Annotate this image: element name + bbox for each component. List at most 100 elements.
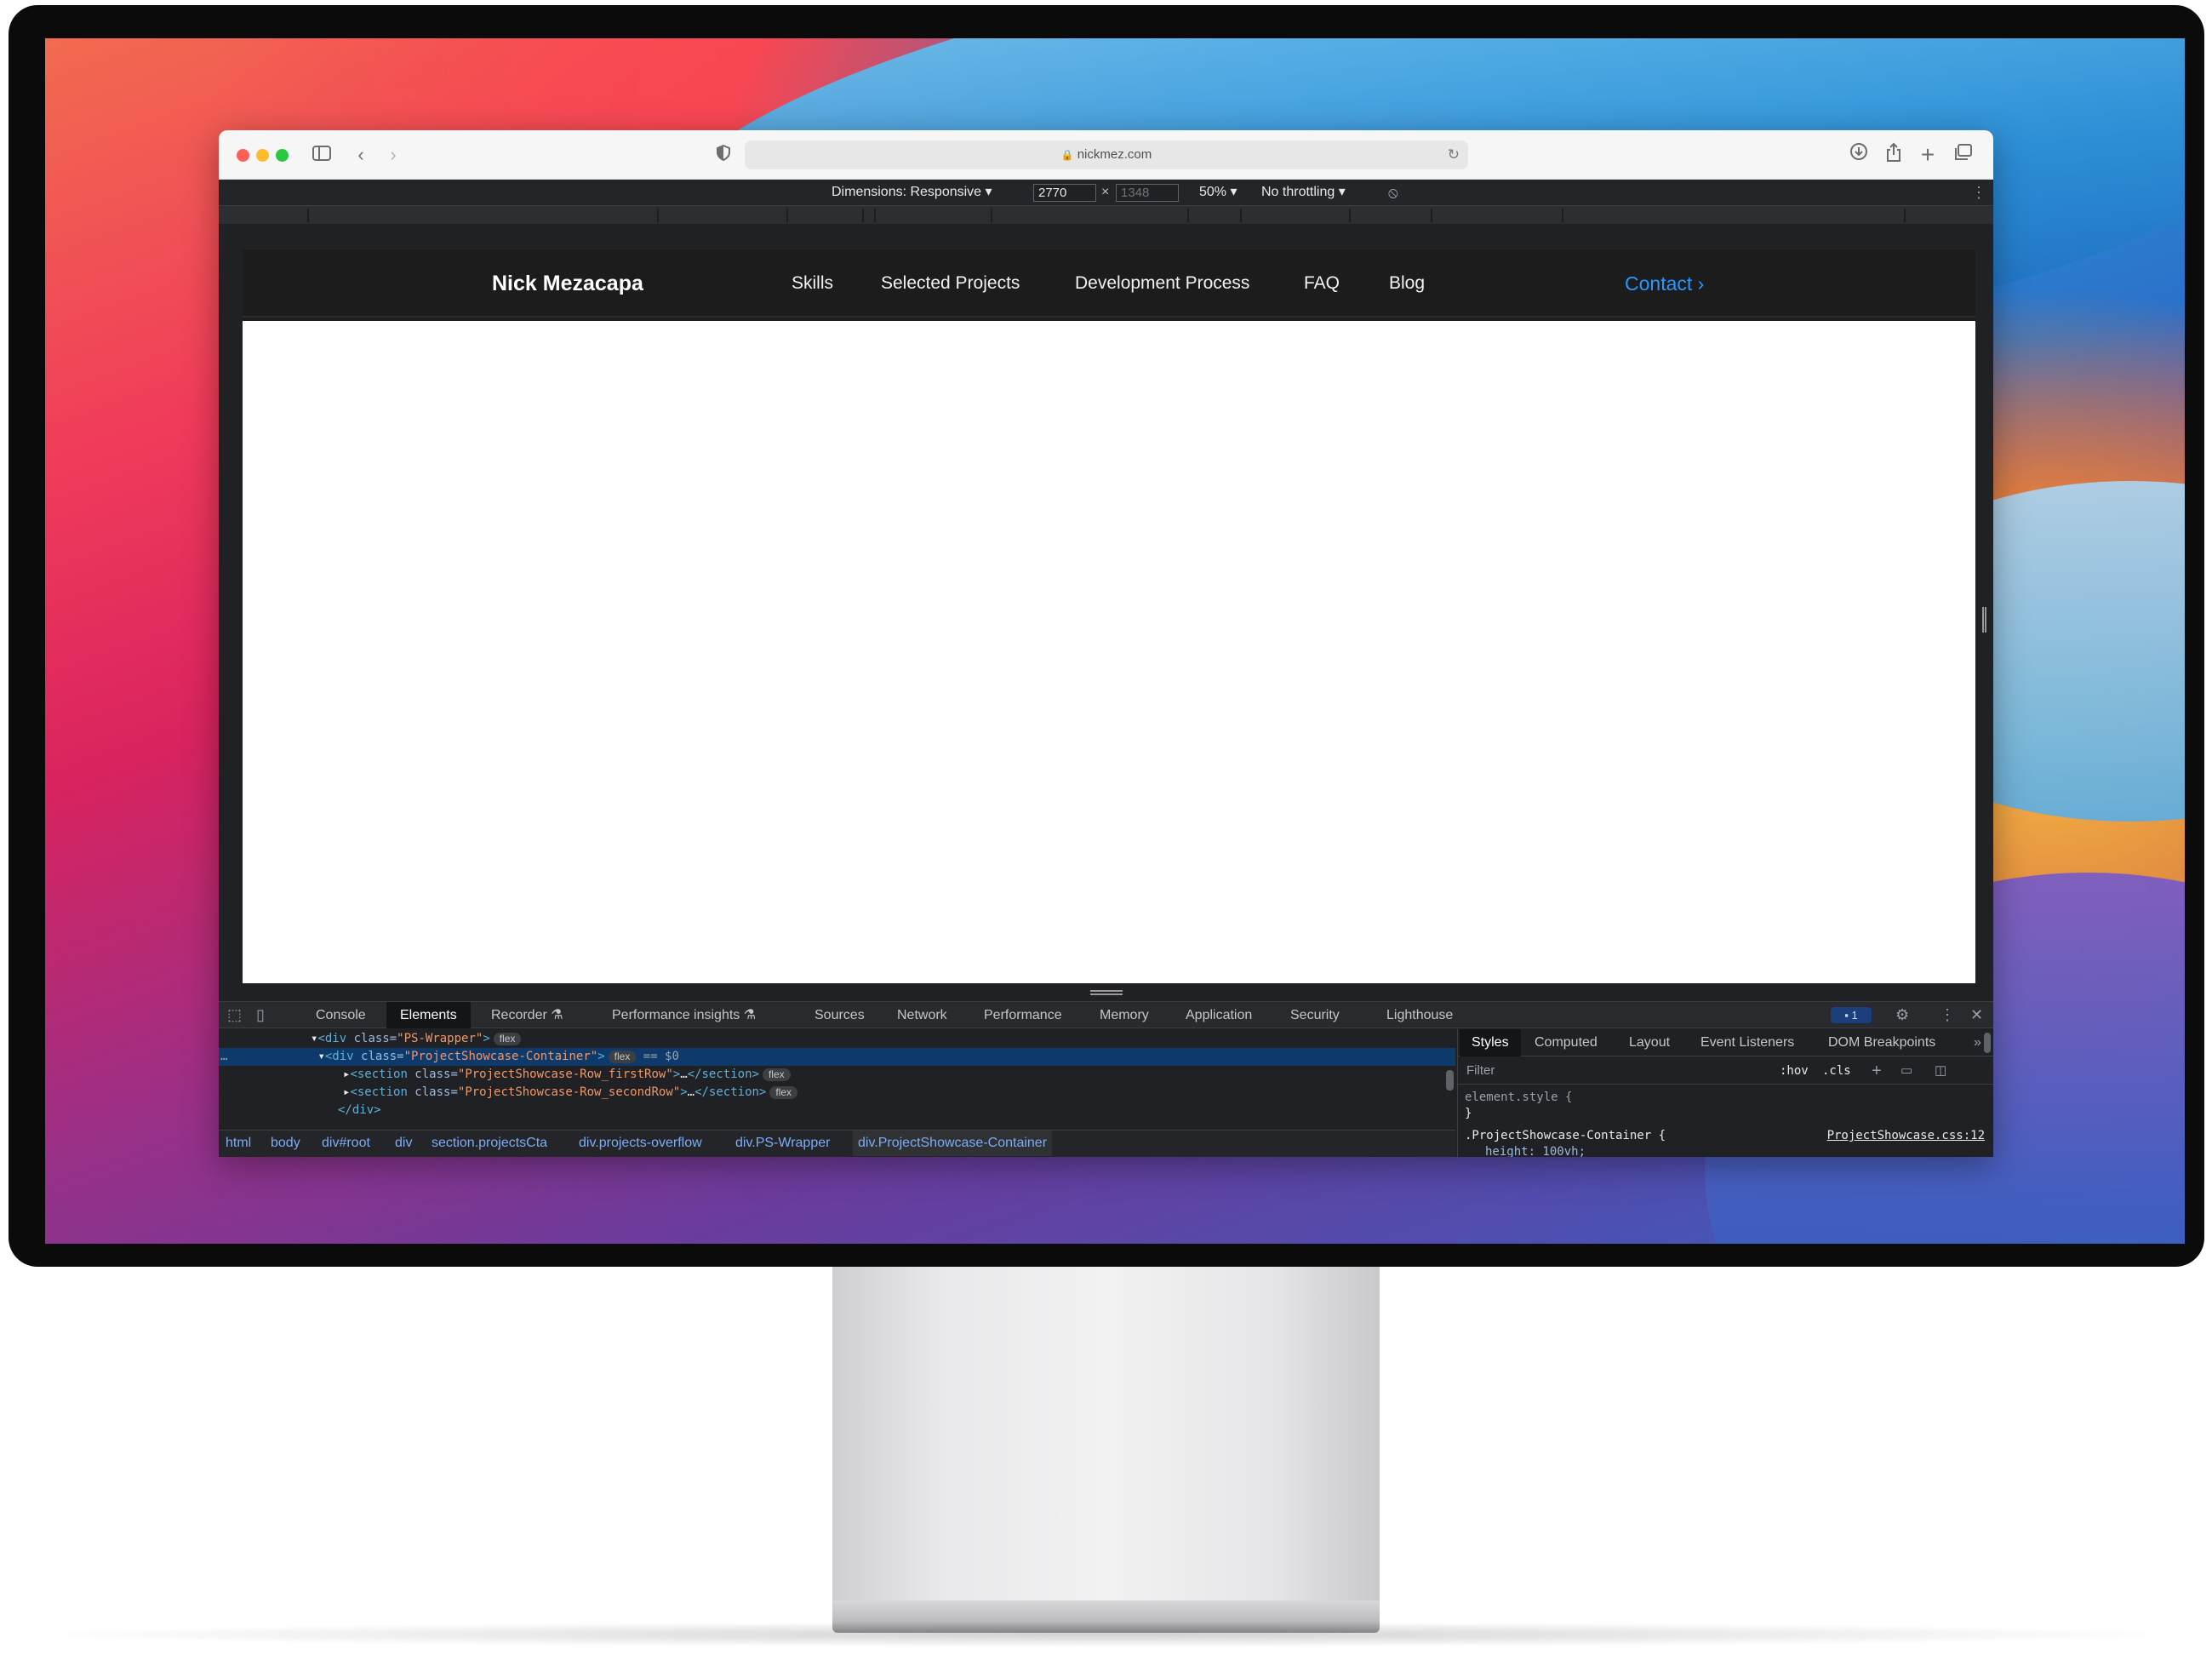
dom-class: ProjectShowcase-Row_secondRow — [465, 1085, 673, 1099]
zoom-dropdown[interactable]: 50% ▾ — [1199, 180, 1237, 205]
download-icon[interactable] — [1849, 142, 1869, 168]
breadcrumb-item-selected[interactable]: div.ProjectShowcase-Container — [853, 1131, 1053, 1156]
tab-styles[interactable]: Styles — [1460, 1029, 1521, 1056]
tab-event-listeners[interactable]: Event Listeners — [1700, 1029, 1794, 1056]
tab-dom-breakpoints[interactable]: DOM Breakpoints — [1828, 1029, 1935, 1056]
nav-link-development-process[interactable]: Development Process — [1075, 249, 1249, 318]
sidebar-icon[interactable] — [311, 142, 333, 168]
flex-pill[interactable]: flex — [493, 1033, 522, 1045]
tab-console[interactable]: Console — [316, 1002, 366, 1028]
tab-computed[interactable]: Computed — [1535, 1029, 1598, 1056]
dom-node[interactable]: ▸<section class="ProjectShowcase-Row_fir… — [343, 1066, 791, 1084]
sidebar-toggle-icon[interactable]: ◫ — [1935, 1057, 1946, 1085]
inspect-element-icon[interactable]: ⬚ — [227, 1002, 242, 1028]
tab-performance[interactable]: Performance — [984, 1002, 1062, 1028]
dimensions-dropdown[interactable]: Dimensions: Responsive ▾ — [832, 180, 992, 205]
height-input[interactable]: 1348 — [1116, 184, 1179, 202]
element-style-close: } — [1465, 1107, 1472, 1120]
dom-class: ProjectShowcase-Row_firstRow — [465, 1068, 666, 1081]
dom-node-selected[interactable]: … ▾<div class="ProjectShowcase-Container"… — [219, 1048, 1455, 1066]
viewport-resize-handle[interactable] — [1982, 607, 1986, 633]
message-icon: ▪ — [1844, 1009, 1849, 1022]
nav-link-selected-projects[interactable]: Selected Projects — [881, 249, 1020, 318]
flex-pill[interactable]: flex — [762, 1068, 791, 1081]
styles-scrollbar[interactable] — [1984, 1033, 1991, 1053]
tab-layout[interactable]: Layout — [1629, 1029, 1670, 1056]
tab-lighthouse[interactable]: Lighthouse — [1386, 1002, 1453, 1028]
close-icon[interactable]: ✕ — [1970, 1002, 1983, 1028]
page-content-area — [243, 321, 1975, 983]
flex-pill[interactable]: flex — [608, 1051, 637, 1063]
dimensions-label: Dimensions: Responsive — [832, 185, 982, 199]
nav-link-blog[interactable]: Blog — [1389, 249, 1425, 318]
share-icon[interactable] — [1883, 142, 1904, 168]
reload-icon[interactable]: ↻ — [1448, 140, 1460, 169]
breadcrumb-item[interactable]: body — [271, 1131, 300, 1156]
hov-toggle[interactable]: :hov — [1780, 1057, 1809, 1085]
dom-scrollbar[interactable] — [1446, 1070, 1454, 1091]
media-query-ruler[interactable] — [219, 205, 1993, 224]
devtools-resize-handle[interactable] — [1090, 990, 1123, 995]
console-ref: == $0 — [643, 1050, 679, 1063]
nav-link-faq[interactable]: FAQ — [1304, 249, 1340, 318]
stand-shadow — [17, 1622, 2196, 1647]
page-viewport: Nick Mezacapa Skills Selected Projects D… — [243, 249, 1975, 983]
css-source-link[interactable]: ProjectShowcase.css:12 — [1827, 1129, 1985, 1142]
throttling-dropdown[interactable]: No throttling ▾ — [1261, 180, 1346, 205]
dom-node[interactable]: </div> — [338, 1102, 381, 1119]
breadcrumb-item[interactable]: div#root — [322, 1131, 370, 1156]
address-bar[interactable]: 🔒 nickmez.com ↻ — [745, 140, 1468, 169]
contact-label: Contact — [1625, 272, 1693, 295]
paint-icon[interactable]: ▭ — [1900, 1057, 1912, 1085]
nav-link-skills[interactable]: Skills — [792, 249, 833, 318]
dom-node[interactable]: ▾<div class="PS-Wrapper"> flex — [311, 1030, 522, 1048]
gear-icon[interactable]: ⚙ — [1895, 1002, 1909, 1028]
tab-performance-insights[interactable]: Performance insights ⚗ — [612, 1002, 756, 1028]
devtools-tab-bar: ⬚ ▯ Console Elements Recorder ⚗ Performa… — [219, 1002, 1993, 1028]
flask-icon: ⚗ — [551, 1008, 563, 1022]
breadcrumb-item[interactable]: div — [395, 1131, 412, 1156]
tab-memory[interactable]: Memory — [1100, 1002, 1149, 1028]
tab-recorder[interactable]: Recorder ⚗ — [491, 1002, 563, 1028]
tab-sources[interactable]: Sources — [814, 1002, 865, 1028]
forward-icon[interactable]: › — [385, 142, 402, 168]
shield-icon[interactable] — [714, 142, 733, 168]
device-toolbar: Dimensions: Responsive ▾ 2770 × 1348 50%… — [219, 180, 1993, 205]
flex-pill[interactable]: flex — [769, 1086, 798, 1099]
cls-toggle[interactable]: .cls — [1822, 1057, 1851, 1085]
close-window-button[interactable] — [237, 149, 249, 162]
breadcrumb-item[interactable]: section.projectsCta — [432, 1131, 547, 1156]
more-tabs-icon[interactable]: » — [1974, 1029, 1981, 1056]
dom-class: ProjectShowcase-Container — [411, 1050, 591, 1063]
breadcrumb: html body div#root div section.projectsC… — [219, 1130, 1455, 1157]
dom-close-tag: </div> — [338, 1103, 381, 1117]
css-rule-property[interactable]: height: 100vh; — [1485, 1143, 1586, 1157]
zoom-window-button[interactable] — [276, 149, 289, 162]
tab-elements[interactable]: Elements — [386, 1002, 471, 1028]
more-options-icon[interactable]: ⋮ — [1971, 180, 1986, 205]
contact-link[interactable]: Contact › — [1625, 249, 1704, 318]
breadcrumb-item[interactable]: div.PS-Wrapper — [735, 1131, 830, 1156]
devtools-menu-icon[interactable]: ⋮ — [1940, 1002, 1955, 1028]
new-tab-icon[interactable]: + — [1918, 142, 1938, 168]
breadcrumb-item[interactable]: html — [226, 1131, 251, 1156]
rotate-icon[interactable]: ⦸ — [1388, 180, 1398, 205]
site-brand[interactable]: Nick Mezacapa — [492, 249, 643, 318]
back-icon[interactable]: ‹ — [352, 142, 369, 168]
breadcrumb-item[interactable]: div.projects-overflow — [579, 1131, 702, 1156]
minimize-window-button[interactable] — [256, 149, 269, 162]
browser-window: ‹ › 🔒 nickmez.com ↻ + Dimensions: Respons… — [219, 130, 1993, 1157]
dom-node[interactable]: ▸<section class="ProjectShowcase-Row_sec… — [343, 1084, 798, 1102]
width-input[interactable]: 2770 — [1033, 184, 1096, 202]
css-rule-selector[interactable]: .ProjectShowcase-Container { — [1465, 1127, 1666, 1144]
element-style-rule[interactable]: element.style { — [1465, 1089, 1572, 1106]
tab-application[interactable]: Application — [1186, 1002, 1252, 1028]
add-rule-icon[interactable]: + — [1872, 1057, 1882, 1085]
issues-badge[interactable]: ▪ 1 — [1831, 1007, 1872, 1023]
styles-pane: Styles Computed Layout Event Listeners D… — [1457, 1029, 1993, 1157]
styles-filter-input[interactable]: Filter — [1466, 1057, 1495, 1085]
device-toggle-icon[interactable]: ▯ — [256, 1002, 265, 1028]
tab-security[interactable]: Security — [1290, 1002, 1340, 1028]
tab-network[interactable]: Network — [897, 1002, 947, 1028]
tabs-overview-icon[interactable] — [1952, 142, 1974, 168]
